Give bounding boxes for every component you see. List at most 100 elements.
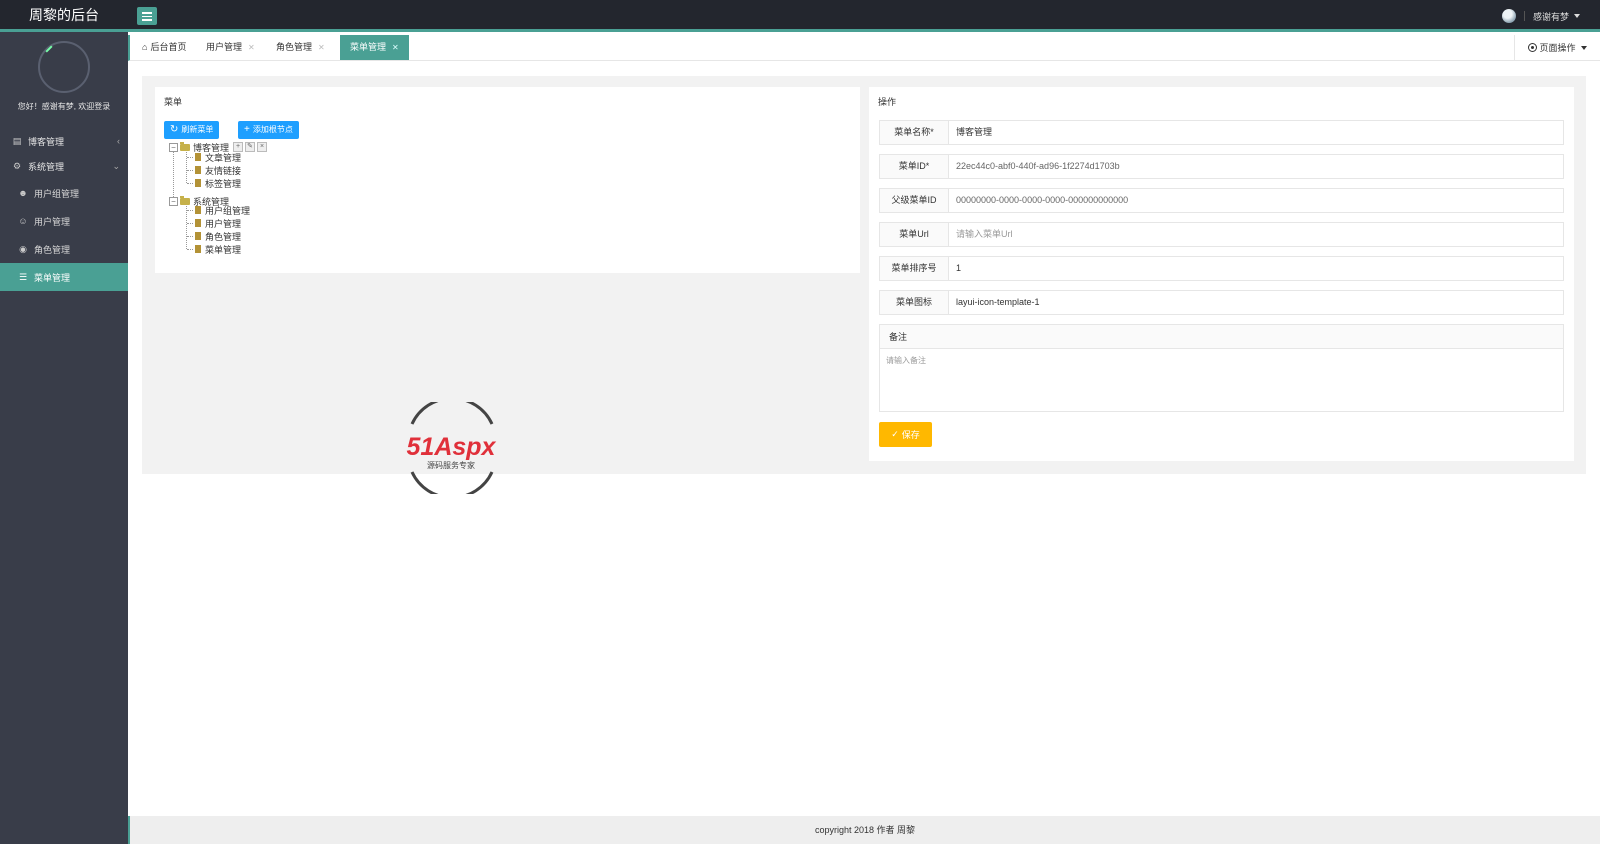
tree-node-roles[interactable]: 角色管理 — [195, 230, 241, 242]
tree-node-user-group[interactable]: 用户组管理 — [195, 204, 250, 216]
menu-id-field[interactable]: 菜单ID* 22ec44c0-abf0-440f-ad96-1f2274d170… — [879, 154, 1564, 179]
chevron-down-icon — [1580, 45, 1587, 50]
sidebar-item-label: 菜单管理 — [34, 272, 71, 283]
field-label: 菜单图标 — [880, 291, 949, 314]
close-icon[interactable]: ✕ — [248, 35, 255, 60]
hamburger-icon-line — [142, 15, 152, 17]
save-button[interactable]: ✓ 保存 — [879, 422, 932, 447]
chevron-down-icon: ⌄ — [112, 160, 120, 171]
user-avatar — [1501, 9, 1516, 23]
user-menu[interactable]: 感谢有梦 — [1501, 0, 1580, 32]
sidebar-item-label: 博客管理 — [28, 136, 65, 147]
edit-icon[interactable]: ✎ — [245, 142, 256, 152]
tree-line — [187, 157, 193, 158]
chevron-down-icon — [1574, 14, 1580, 18]
file-icon — [195, 206, 201, 214]
sidebar-item-menus[interactable]: ☰ 菜单管理 — [0, 263, 128, 291]
menu-tree-panel: 菜单 ↻ 刷新菜单 + 添加根节点 − 博客管理 + ✎ × 文章管理 友情链接 — [155, 87, 860, 273]
tree-node-label: 角色管理 — [205, 231, 242, 242]
page-operations-button[interactable]: 页面操作 — [1514, 35, 1600, 60]
parent-menu-id-field[interactable]: 父级菜单ID 00000000-0000-0000-0000-000000000… — [879, 188, 1564, 213]
tab-home[interactable]: ⌂ 后台首页 — [136, 35, 192, 60]
sidebar-item-blog[interactable]: ▤ 博客管理 ‹ — [0, 128, 128, 154]
add-root-node-button[interactable]: + 添加根节点 — [238, 121, 299, 139]
sidebar-item-roles[interactable]: ◉ 角色管理 — [0, 236, 128, 262]
sidebar-item-user-group[interactable]: ☻ 用户组管理 — [0, 180, 128, 206]
tree-node-tags[interactable]: 标签管理 — [195, 177, 241, 189]
button-label: 刷新菜单 — [181, 125, 214, 134]
user-name: 感谢有梦 — [1532, 11, 1569, 22]
tab-role-management[interactable]: 角色管理 ✕ — [270, 35, 331, 60]
tree-node-menus[interactable]: 菜单管理 — [195, 243, 241, 255]
plus-icon: + — [244, 124, 250, 135]
tree-node-label: 用户组管理 — [205, 205, 251, 216]
avatar-mark — [45, 45, 53, 53]
footer: copyright 2018 作者 周黎 — [128, 816, 1600, 844]
tab-label: 菜单管理 — [350, 42, 387, 52]
menu-icon: ☰ — [18, 271, 28, 282]
parent-menu-id-input[interactable]: 00000000-0000-0000-0000-000000000000 — [956, 189, 1128, 212]
remark-textarea[interactable]: 请输入备注 — [880, 349, 1563, 372]
tab-menu-management[interactable]: 菜单管理 ✕ — [340, 35, 409, 60]
menu-form-panel: 操作 菜单名称* 博客管理 菜单ID* 22ec44c0-abf0-440f-a… — [869, 87, 1574, 461]
menu-url-field[interactable]: 菜单Url 请输入菜单Url — [879, 222, 1564, 247]
tree-line — [173, 147, 174, 201]
tree-line — [187, 223, 193, 224]
collapse-icon[interactable]: − — [169, 196, 178, 206]
remark-label: 备注 — [880, 325, 1563, 349]
tree-node-friend-links[interactable]: 友情链接 — [195, 164, 241, 176]
tree-node-label: 文章管理 — [205, 152, 242, 163]
folder-icon — [180, 195, 190, 205]
tree-line — [187, 236, 193, 237]
app-title: 周黎的后台 — [29, 8, 99, 24]
chevron-left-icon: ‹ — [117, 136, 120, 146]
tree-node-users[interactable]: 用户管理 — [195, 217, 241, 229]
file-icon — [195, 153, 201, 161]
file-icon — [195, 245, 201, 253]
menu-name-field[interactable]: 菜单名称* 博客管理 — [879, 120, 1564, 145]
sidebar-item-system[interactable]: ⚙ 系统管理 ⌄ — [0, 153, 128, 179]
divider — [1523, 11, 1525, 21]
menu-icon-input[interactable]: layui-icon-template-1 — [956, 291, 1040, 314]
delete-icon[interactable]: × — [257, 142, 268, 152]
tab-user-management[interactable]: 用户管理 ✕ — [200, 35, 261, 60]
menu-id-input[interactable]: 22ec44c0-abf0-440f-ad96-1f2274d1703b — [956, 155, 1120, 178]
menu-sort-input[interactable]: 1 — [956, 257, 961, 280]
tab-label: 后台首页 — [150, 42, 187, 52]
menu-icon-field[interactable]: 菜单图标 layui-icon-template-1 — [879, 290, 1564, 315]
tab-bar: ⌂ 后台首页 用户管理 ✕ 角色管理 ✕ 菜单管理 ✕ 页面操作 — [128, 35, 1600, 61]
tree-node-label: 友情链接 — [205, 165, 242, 176]
panel-title: 操作 — [878, 97, 897, 107]
tree-line — [187, 249, 193, 250]
button-label: 添加根节点 — [252, 125, 293, 134]
sidebar: 您好！感谢有梦, 欢迎登录 ▤ 博客管理 ‹ ⚙ 系统管理 ⌄ ☻ 用户组管理 … — [0, 32, 128, 844]
tab-label: 角色管理 — [276, 42, 313, 52]
sidebar-item-users[interactable]: ☺ 用户管理 — [0, 208, 128, 234]
hamburger-icon — [142, 12, 152, 14]
menu-name-input[interactable]: 博客管理 — [956, 121, 992, 144]
file-icon — [195, 232, 201, 240]
close-icon[interactable]: ✕ — [392, 35, 399, 60]
collapse-icon[interactable]: − — [169, 142, 178, 152]
button-label: 保存 — [901, 430, 920, 440]
sidebar-item-label: 系统管理 — [28, 161, 65, 172]
menu-sort-field[interactable]: 菜单排序号 1 — [879, 256, 1564, 281]
close-icon[interactable]: ✕ — [318, 35, 325, 60]
tab-label: 用户管理 — [206, 42, 243, 52]
top-header: 周黎的后台 感谢有梦 — [0, 0, 1600, 32]
tree-node-article[interactable]: 文章管理 — [195, 151, 241, 163]
avatar — [38, 41, 90, 93]
refresh-menu-button[interactable]: ↻ 刷新菜单 — [164, 121, 220, 139]
menu-toggle-button[interactable] — [137, 7, 157, 25]
tree-line — [187, 210, 193, 211]
field-label: 菜单Url — [880, 223, 949, 246]
menu-url-input[interactable]: 请输入菜单Url — [956, 223, 1013, 246]
target-icon — [1528, 43, 1538, 52]
page-operations-label: 页面操作 — [1539, 43, 1576, 53]
remark-field: 备注 请输入备注 — [879, 324, 1564, 412]
panel-title: 菜单 — [164, 97, 183, 107]
user-group-icon: ☻ — [18, 188, 28, 198]
sidebar-item-label: 角色管理 — [34, 244, 71, 255]
field-label: 菜单名称* — [880, 121, 949, 144]
role-icon: ◉ — [19, 243, 27, 254]
